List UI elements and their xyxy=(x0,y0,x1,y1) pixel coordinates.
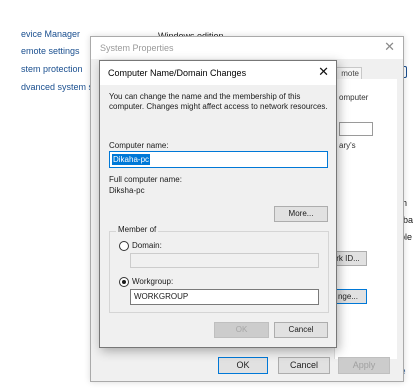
advanced-system-settings-link[interactable]: dvanced system se xyxy=(21,82,98,92)
computer-name-input[interactable]: Dikaha-pc xyxy=(109,151,328,168)
system-properties-pane: omputer ary's rk ID... nge... xyxy=(329,79,397,359)
remote-settings-link[interactable]: emote settings xyxy=(21,46,80,56)
close-icon[interactable]: ✕ xyxy=(318,65,329,79)
system-properties-titlebar[interactable]: System Properties ✕ xyxy=(91,37,403,59)
domain-input[interactable] xyxy=(130,253,319,268)
full-computer-name-label: Full computer name: xyxy=(109,175,182,184)
cancel-button[interactable]: Cancel xyxy=(274,322,328,338)
system-protection-link[interactable]: stem protection xyxy=(21,64,83,74)
dialog-titlebar[interactable]: Computer Name/Domain Changes ✕ xyxy=(100,61,336,85)
ok-button[interactable]: OK xyxy=(218,357,268,374)
device-manager-link[interactable]: evice Manager xyxy=(21,29,80,39)
domain-radio[interactable] xyxy=(119,241,129,251)
dialog-description: You can change the name and the membersh… xyxy=(109,92,328,111)
computer-name-dialog: Computer Name/Domain Changes ✕ You can c… xyxy=(99,60,337,348)
computer-description-text: omputer xyxy=(339,93,369,102)
workgroup-label: Workgroup: xyxy=(132,277,174,286)
full-computer-name-value: Diksha-pc xyxy=(109,186,145,195)
member-of-label: Member of xyxy=(116,225,159,234)
close-icon[interactable]: ✕ xyxy=(384,40,395,54)
workgroup-input[interactable]: WORKGROUP xyxy=(130,289,319,305)
ok-button[interactable]: OK xyxy=(214,322,269,338)
system-properties-title: System Properties xyxy=(100,43,174,53)
computer-name-label: Computer name: xyxy=(109,141,169,150)
workgroup-radio[interactable] xyxy=(119,277,129,287)
more-button[interactable]: More... xyxy=(274,206,328,222)
apply-button[interactable]: Apply xyxy=(338,357,390,374)
secondary-text: ary's xyxy=(339,141,356,150)
computer-description-input[interactable] xyxy=(339,122,373,136)
dialog-title: Computer Name/Domain Changes xyxy=(108,68,247,78)
cancel-button[interactable]: Cancel xyxy=(278,357,330,374)
domain-label: Domain: xyxy=(132,241,162,250)
computer-name-value: Dikaha-pc xyxy=(112,154,151,165)
